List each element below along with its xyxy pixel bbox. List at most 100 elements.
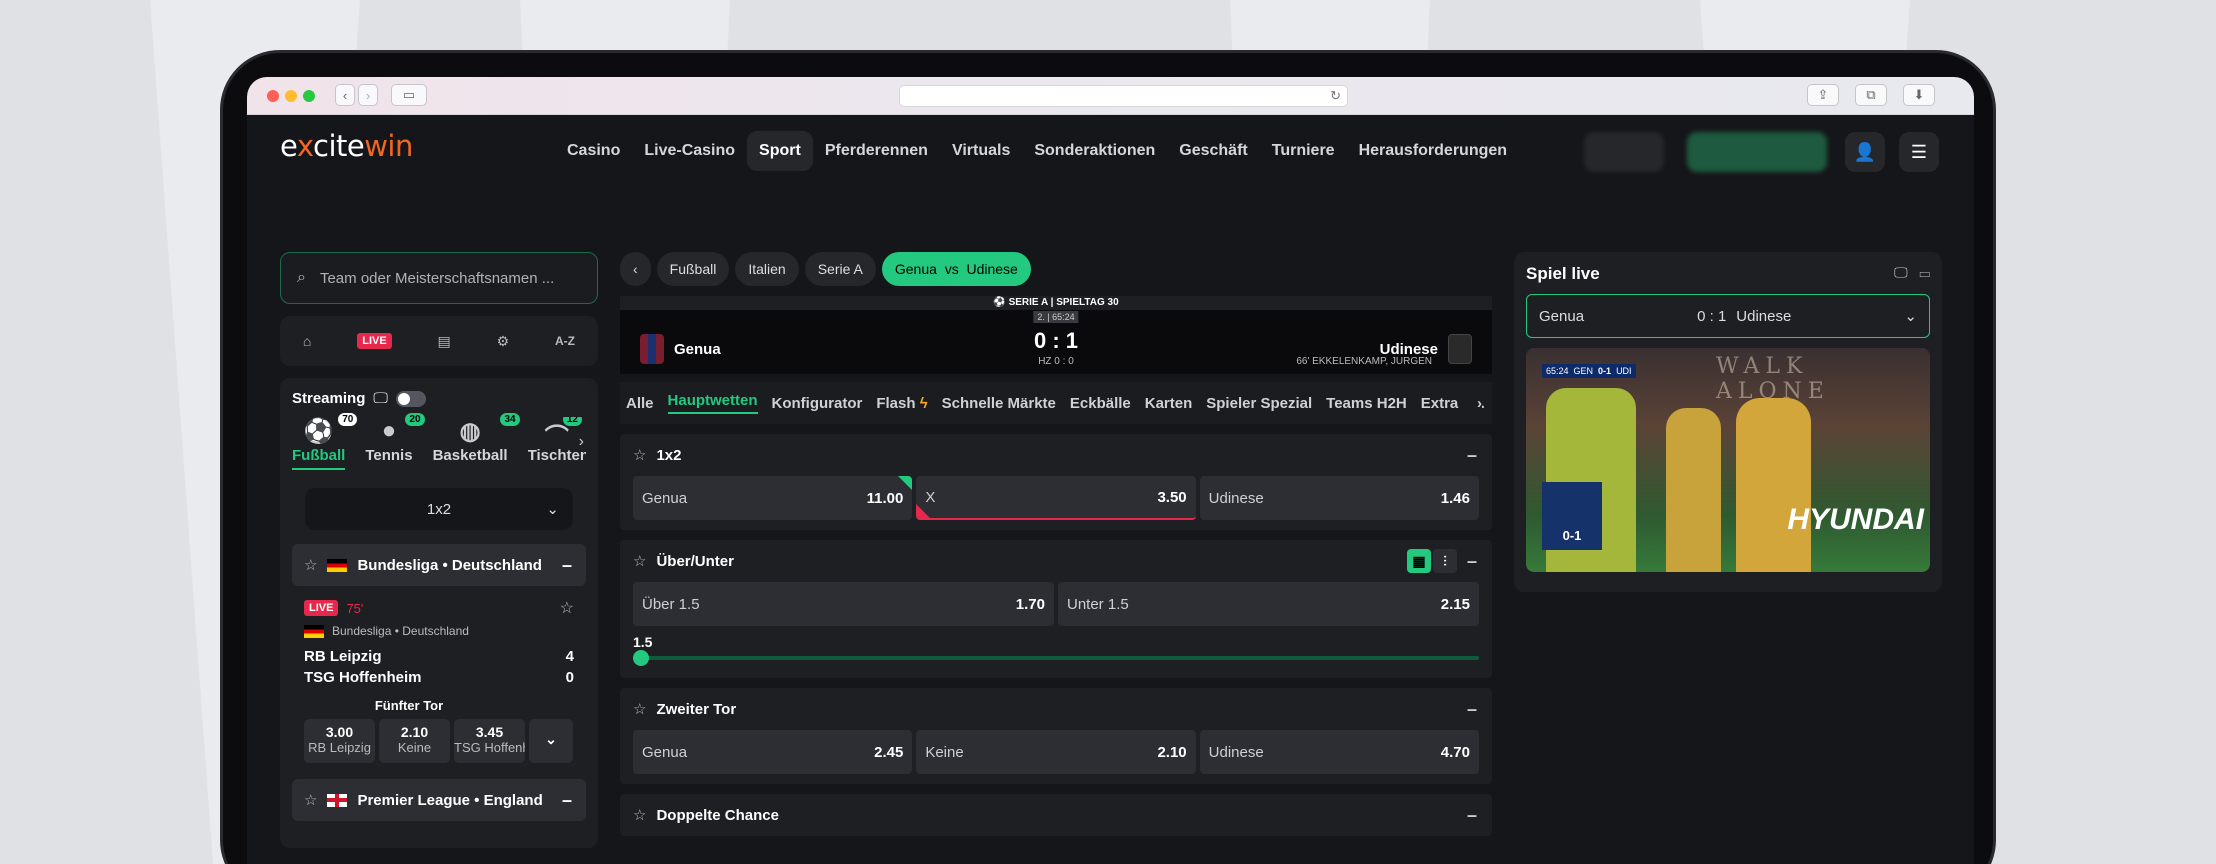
star-icon[interactable]: ☆ xyxy=(633,806,646,824)
line-slider[interactable]: 1.5 xyxy=(633,634,1479,668)
crumb-country[interactable]: Italien xyxy=(735,252,799,286)
back-icon[interactable]: ‹ xyxy=(620,252,651,286)
deposit-button[interactable] xyxy=(1687,132,1827,172)
menu-icon[interactable]: ☰ xyxy=(1899,132,1939,172)
close-window-button[interactable] xyxy=(267,90,279,102)
nav-turniere[interactable]: Turniere xyxy=(1260,131,1347,171)
away-team: TSG Hoffenheim xyxy=(304,669,422,686)
tab-alle[interactable]: Alle xyxy=(626,395,654,412)
slider-track[interactable] xyxy=(633,656,1479,660)
collapse-icon[interactable]: – xyxy=(1467,699,1477,720)
sidebar-icon[interactable]: ▭ xyxy=(391,84,427,106)
download-icon[interactable]: ⬇ xyxy=(1903,84,1935,106)
odd-button[interactable]: Udinese 1.46 xyxy=(1199,476,1479,520)
more-odds-button[interactable]: ⌄ xyxy=(529,719,573,763)
chevron-right-icon[interactable]: › xyxy=(1471,394,1482,412)
odd-button[interactable]: Genua 11.00 xyxy=(633,476,913,520)
nav-virtuals[interactable]: Virtuals xyxy=(940,131,1022,171)
live-video[interactable]: WALK ALONE 65:24 GEN 0-1 UDI 0-1 HYUNDAI xyxy=(1526,348,1930,572)
star-icon[interactable]: ☆ xyxy=(304,556,317,574)
odd-button[interactable]: 3.45TSG Hoffenheim xyxy=(454,719,525,763)
collapse-icon[interactable]: – xyxy=(562,790,572,811)
tab-extra[interactable]: Extra xyxy=(1421,395,1459,412)
slider-handle[interactable] xyxy=(633,650,649,666)
tab-schnelle-maerkte[interactable]: Schnelle Märkte xyxy=(942,395,1056,412)
sport-tab-table-tennis[interactable]: ⌒12 Tischtennis xyxy=(528,417,586,470)
collapse-icon[interactable]: – xyxy=(1467,805,1477,826)
grid-view-icon[interactable]: ▦ xyxy=(1407,549,1431,573)
league-header[interactable]: ☆ Bundesliga • Deutschland – xyxy=(292,544,586,586)
scoreboard-icon[interactable]: ▭ xyxy=(1919,264,1930,280)
odd-button[interactable]: Udinese 4.70 xyxy=(1199,730,1479,774)
streaming-toggle[interactable] xyxy=(395,390,426,407)
slider-view-icon[interactable]: ⫶ xyxy=(1433,549,1457,573)
home-icon[interactable]: ⌂ xyxy=(303,333,311,349)
market-select[interactable]: 1x2 ⌄ xyxy=(305,488,573,530)
tab-konfigurator[interactable]: Konfigurator xyxy=(772,395,863,412)
sport-label: Basketball xyxy=(432,447,508,464)
odd-button[interactable]: X 3.50 xyxy=(916,476,1196,520)
odd-button[interactable]: 3.00 RB Leipzig xyxy=(304,719,375,763)
collapse-icon[interactable]: – xyxy=(1467,551,1477,572)
balance-dropdown[interactable] xyxy=(1584,132,1664,172)
football-icon: ⚽ 70 xyxy=(292,413,358,447)
address-bar[interactable]: ↻ xyxy=(899,85,1348,107)
settings-icon[interactable]: ⚙ xyxy=(497,333,510,350)
odd-button[interactable]: Über 1.5 1.70 xyxy=(633,582,1054,626)
user-icon[interactable]: 👤 xyxy=(1845,132,1885,172)
league-header[interactable]: ☆ Premier League • England – xyxy=(292,779,586,821)
sport-count: 12 xyxy=(562,417,582,426)
live-icon[interactable]: LIVE xyxy=(357,333,392,349)
star-icon[interactable]: ☆ xyxy=(633,446,646,464)
nav-pferderennen[interactable]: Pferderennen xyxy=(813,131,940,171)
player-figure xyxy=(1666,408,1721,572)
tab-spieler-spezial[interactable]: Spieler Spezial xyxy=(1206,395,1312,412)
tab-eckbaelle[interactable]: Eckbälle xyxy=(1070,395,1131,412)
sport-tab-tennis[interactable]: ● 20 Tennis xyxy=(365,413,425,470)
sport-panel: Streaming 🖵 ⚽ 70 Fußball ● 20 Tennis ◍ 34 B… xyxy=(280,378,598,848)
star-icon[interactable]: ☆ xyxy=(633,552,646,570)
az-icon[interactable]: A-Z xyxy=(555,334,575,348)
chevron-right-icon[interactable]: › xyxy=(579,433,584,451)
tab-flash[interactable]: Flash ϟ xyxy=(876,395,927,412)
forward-icon[interactable]: › xyxy=(358,84,378,106)
sport-tab-football[interactable]: ⚽ 70 Fußball xyxy=(292,413,358,470)
minimize-window-button[interactable] xyxy=(285,90,297,102)
nav-sonderaktionen[interactable]: Sonderaktionen xyxy=(1022,131,1167,171)
odd-button[interactable]: Unter 1.5 2.15 xyxy=(1058,582,1479,626)
tabs-icon[interactable]: ⧉ xyxy=(1855,84,1887,106)
share-icon[interactable]: ⇪ xyxy=(1807,84,1839,106)
market-title: Über/Unter xyxy=(656,552,734,570)
crumb-event[interactable]: Genua vs Udinese xyxy=(881,252,1031,286)
nav-live-casino[interactable]: Live-Casino xyxy=(632,131,747,171)
event-select[interactable]: Genua 0 : 1 Udinese ⌄ xyxy=(1526,294,1930,338)
sport-tab-basketball[interactable]: ◍ 34 Basketball xyxy=(432,413,520,470)
crumb-league[interactable]: Serie A xyxy=(804,252,876,286)
nav-geschaeft[interactable]: Geschäft xyxy=(1167,131,1259,171)
nav-sport[interactable]: Sport xyxy=(747,131,813,171)
site-logo[interactable]: excitewin xyxy=(280,129,413,163)
star-icon[interactable]: ☆ xyxy=(304,791,317,809)
tab-teams-h2h[interactable]: Teams H2H xyxy=(1326,395,1407,412)
odd-button[interactable]: 2.10 Keine xyxy=(379,719,450,763)
tab-hauptwetten[interactable]: Hauptwetten xyxy=(667,392,758,414)
nav-casino[interactable]: Casino xyxy=(555,131,632,171)
odd-button[interactable]: Genua 2.45 xyxy=(633,730,913,774)
collapse-icon[interactable]: – xyxy=(562,555,572,576)
monitor-icon[interactable]: 🖵 xyxy=(1894,264,1908,280)
reload-icon[interactable]: ↻ xyxy=(1330,88,1341,104)
tab-karten[interactable]: Karten xyxy=(1145,395,1193,412)
collapse-icon[interactable]: – xyxy=(1467,445,1477,466)
nav-herausforderungen[interactable]: Herausforderungen xyxy=(1347,131,1519,171)
back-icon[interactable]: ‹ xyxy=(335,84,355,106)
search-input[interactable]: ⌕ Team oder Meisterschaftsnamen ... xyxy=(280,252,598,304)
odds-down-icon xyxy=(916,504,931,518)
star-icon[interactable]: ☆ xyxy=(560,598,574,618)
odd-button[interactable]: Keine 2.10 xyxy=(916,730,1196,774)
tennis-icon: ● 20 xyxy=(365,413,425,447)
match-card[interactable]: LIVE 75' ☆ Bundesliga • Deutschland RB L… xyxy=(292,586,586,763)
star-icon[interactable]: ☆ xyxy=(633,700,646,718)
calendar-icon[interactable]: ▤ xyxy=(438,333,451,350)
maximize-window-button[interactable] xyxy=(303,90,315,102)
crumb-sport[interactable]: Fußball xyxy=(656,252,730,286)
